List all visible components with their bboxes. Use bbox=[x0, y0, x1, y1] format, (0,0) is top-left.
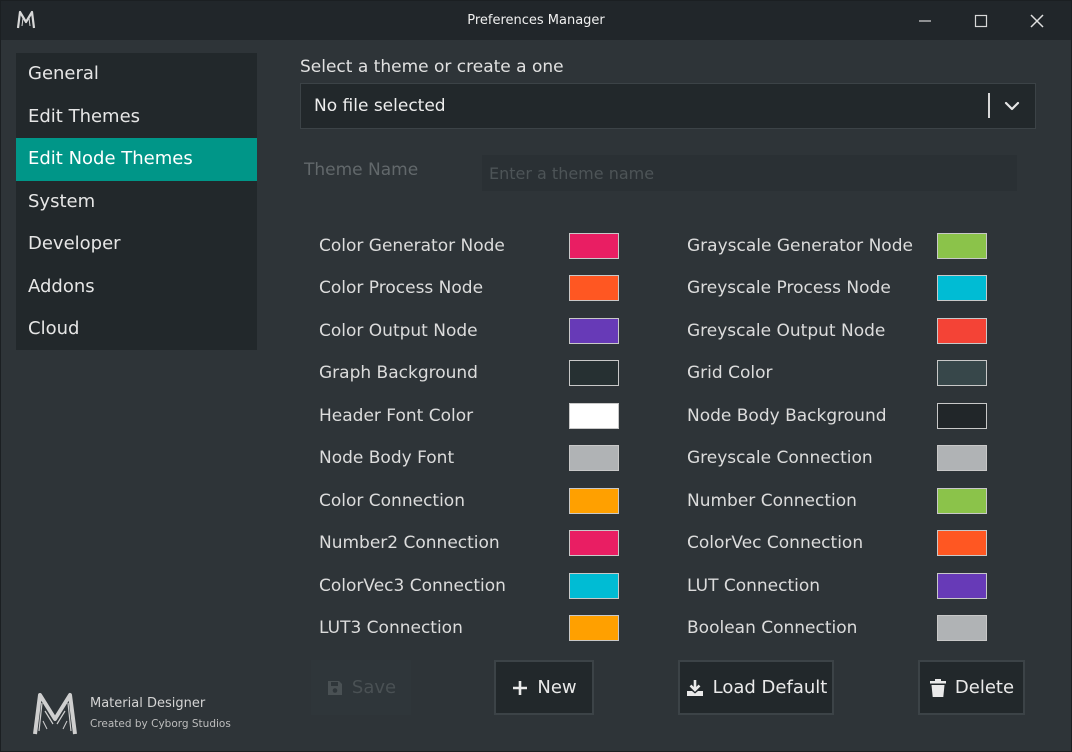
color-row: LUT3 Connection bbox=[319, 615, 619, 641]
color-swatch[interactable] bbox=[937, 573, 987, 599]
color-row: Header Font Color bbox=[319, 403, 619, 429]
color-swatch[interactable] bbox=[937, 233, 987, 259]
plus-icon bbox=[513, 680, 528, 695]
color-row: Greyscale Connection bbox=[687, 445, 987, 471]
color-label: Grayscale Generator Node bbox=[687, 236, 913, 256]
color-row: Number Connection bbox=[687, 488, 987, 514]
brand-subtitle: Created by Cyborg Studios bbox=[90, 718, 231, 730]
new-button-label: New bbox=[537, 677, 577, 698]
brand-block: Material Designer Created by Cyborg Stud… bbox=[31, 691, 261, 739]
color-swatch[interactable] bbox=[937, 530, 987, 556]
save-button-label: Save bbox=[351, 677, 397, 698]
sidebar-item-cloud[interactable]: Cloud bbox=[16, 308, 257, 351]
color-label: Node Body Font bbox=[319, 448, 455, 468]
floppy-disk-icon bbox=[327, 680, 342, 695]
theme-select-dropdown[interactable]: No file selected bbox=[300, 83, 1036, 129]
theme-name-input[interactable] bbox=[482, 155, 1017, 191]
color-row: Grayscale Generator Node bbox=[687, 233, 987, 259]
sidebar-item-general[interactable]: General bbox=[16, 53, 257, 96]
trash-icon bbox=[929, 678, 946, 697]
color-swatch[interactable] bbox=[569, 233, 619, 259]
color-label: Greyscale Output Node bbox=[687, 321, 886, 341]
color-row: Color Connection bbox=[319, 488, 619, 514]
color-swatch[interactable] bbox=[569, 615, 619, 641]
color-label: LUT3 Connection bbox=[319, 618, 463, 638]
color-label: Number2 Connection bbox=[319, 533, 500, 553]
title-bar[interactable]: Preferences Manager bbox=[1, 1, 1071, 40]
maximize-button[interactable] bbox=[953, 1, 1009, 40]
new-button[interactable]: New bbox=[494, 660, 594, 715]
color-swatch[interactable] bbox=[569, 403, 619, 429]
load-default-button-label: Load Default bbox=[712, 677, 828, 698]
color-label: Header Font Color bbox=[319, 406, 474, 426]
brand-name: Material Designer bbox=[90, 696, 206, 711]
color-row: Color Output Node bbox=[319, 318, 619, 344]
color-row: Node Body Background bbox=[687, 403, 987, 429]
chevron-down-icon[interactable] bbox=[1001, 96, 1023, 116]
color-row: Color Process Node bbox=[319, 275, 619, 301]
color-row: Greyscale Process Node bbox=[687, 275, 987, 301]
color-swatch[interactable] bbox=[569, 360, 619, 386]
color-swatch[interactable] bbox=[937, 360, 987, 386]
minimize-icon bbox=[919, 19, 931, 22]
color-row: ColorVec Connection bbox=[687, 530, 987, 556]
color-swatch[interactable] bbox=[937, 488, 987, 514]
color-row: ColorVec3 Connection bbox=[319, 573, 619, 599]
theme-select-label: Select a theme or create a one bbox=[300, 57, 564, 77]
color-label: Color Generator Node bbox=[319, 236, 505, 256]
color-row: Greyscale Output Node bbox=[687, 318, 987, 344]
color-row: Boolean Connection bbox=[687, 615, 987, 641]
color-label: Greyscale Process Node bbox=[687, 278, 891, 298]
theme-select-value: No file selected bbox=[314, 96, 446, 116]
color-swatch[interactable] bbox=[937, 615, 987, 641]
color-label: ColorVec Connection bbox=[687, 533, 864, 553]
color-row: Number2 Connection bbox=[319, 530, 619, 556]
color-swatch[interactable] bbox=[569, 318, 619, 344]
color-label: Color Connection bbox=[319, 491, 465, 511]
color-row: LUT Connection bbox=[687, 573, 987, 599]
color-swatch[interactable] bbox=[569, 530, 619, 556]
minimize-button[interactable] bbox=[897, 1, 953, 40]
color-row: Graph Background bbox=[319, 360, 619, 386]
color-swatch[interactable] bbox=[569, 573, 619, 599]
color-label: Graph Background bbox=[319, 363, 478, 383]
color-label: Color Process Node bbox=[319, 278, 484, 298]
color-swatch[interactable] bbox=[569, 275, 619, 301]
color-row: Color Generator Node bbox=[319, 233, 619, 259]
load-default-button[interactable]: Load Default bbox=[678, 660, 834, 715]
color-swatch[interactable] bbox=[937, 318, 987, 344]
delete-button-label: Delete bbox=[954, 677, 1015, 698]
color-label: ColorVec3 Connection bbox=[319, 576, 506, 596]
theme-name-label: Theme Name bbox=[304, 160, 419, 180]
sidebar-item-edit-node-themes[interactable]: Edit Node Themes bbox=[16, 138, 257, 181]
sidebar-item-system[interactable]: System bbox=[16, 181, 257, 224]
color-row: Grid Color bbox=[687, 360, 987, 386]
color-label: Number Connection bbox=[687, 491, 857, 511]
color-label: LUT Connection bbox=[687, 576, 821, 596]
download-icon bbox=[686, 679, 703, 696]
save-button[interactable]: Save bbox=[311, 660, 411, 715]
sidebar-nav: General Edit Themes Edit Node Themes Sys… bbox=[16, 53, 257, 350]
sidebar-item-addons[interactable]: Addons bbox=[16, 266, 257, 309]
maximize-icon bbox=[974, 14, 988, 27]
close-button[interactable] bbox=[1009, 1, 1065, 40]
sidebar-item-edit-themes[interactable]: Edit Themes bbox=[16, 96, 257, 139]
color-swatch[interactable] bbox=[937, 445, 987, 471]
material-designer-logo-icon bbox=[33, 693, 77, 735]
preferences-window: Preferences Manager General Edit Themes … bbox=[0, 0, 1072, 752]
color-swatch[interactable] bbox=[937, 403, 987, 429]
delete-button[interactable]: Delete bbox=[918, 660, 1025, 715]
color-swatch[interactable] bbox=[569, 445, 619, 471]
color-label: Greyscale Connection bbox=[687, 448, 873, 468]
color-label: Grid Color bbox=[687, 363, 773, 383]
sidebar-item-developer[interactable]: Developer bbox=[16, 223, 257, 266]
close-icon bbox=[1030, 13, 1044, 28]
color-label: Node Body Background bbox=[687, 406, 887, 426]
color-label: Color Output Node bbox=[319, 321, 478, 341]
color-row: Node Body Font bbox=[319, 445, 619, 471]
dropdown-separator bbox=[988, 93, 990, 118]
color-label: Boolean Connection bbox=[687, 618, 858, 638]
color-swatch[interactable] bbox=[937, 275, 987, 301]
color-swatch[interactable] bbox=[569, 488, 619, 514]
